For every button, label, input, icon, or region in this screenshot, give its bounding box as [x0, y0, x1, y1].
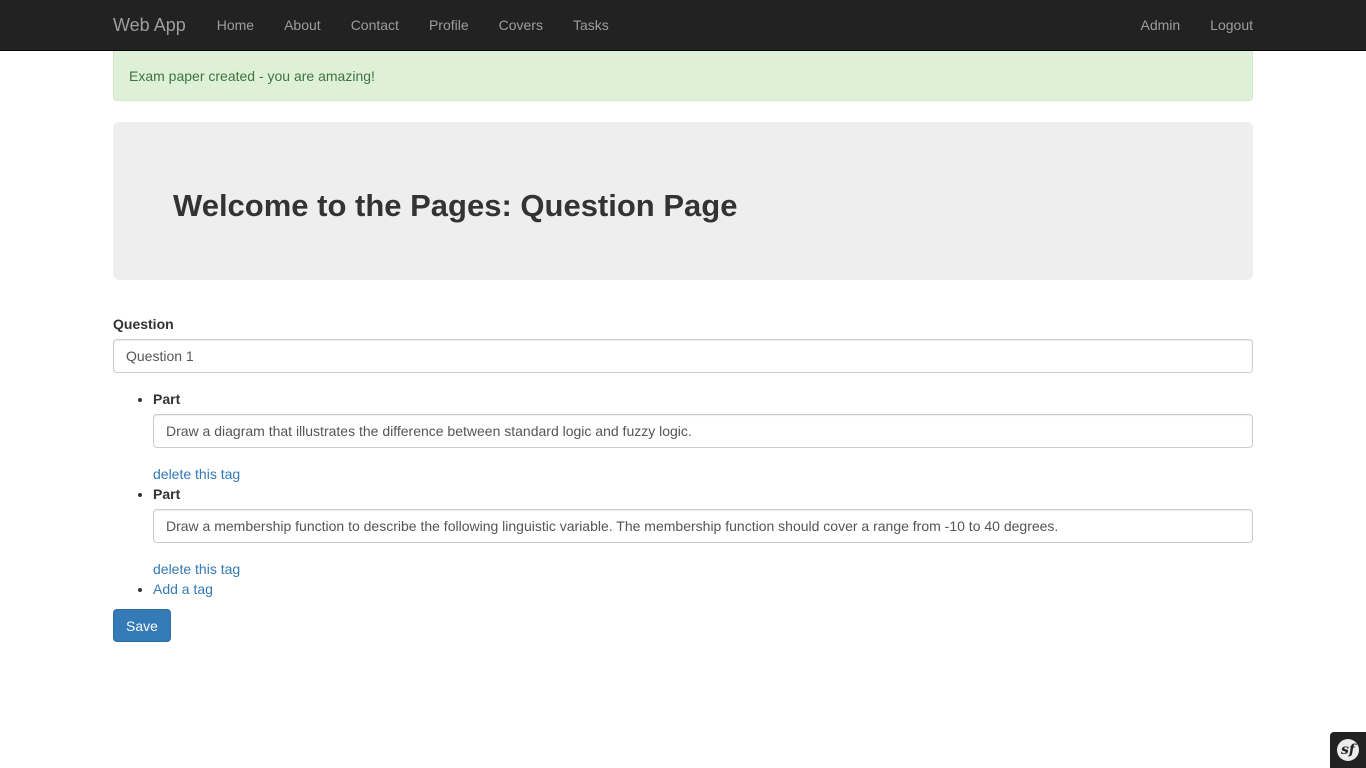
list-item: Add a tag	[153, 579, 1253, 599]
add-tag-link[interactable]: Add a tag	[153, 581, 213, 597]
page-title: Welcome to the Pages: Question Page	[173, 188, 738, 223]
nav-profile[interactable]: Profile	[414, 0, 484, 50]
delete-tag-link[interactable]: delete this tag	[153, 561, 240, 577]
nav-links: Home About Contact Profile Covers Tasks	[202, 0, 624, 50]
nav-home[interactable]: Home	[202, 0, 269, 50]
nav-about[interactable]: About	[269, 0, 336, 50]
nav-logout[interactable]: Logout	[1195, 0, 1253, 50]
parts-list: Part delete this tag Part delete this ta…	[113, 389, 1253, 599]
question-input[interactable]	[113, 339, 1253, 373]
navbar-inner: Web App Home About Contact Profile Cover…	[113, 0, 1253, 50]
save-button[interactable]: Save	[113, 609, 171, 642]
part-label: Part	[153, 486, 181, 502]
part-label: Part	[153, 391, 181, 407]
nav-tasks[interactable]: Tasks	[558, 0, 624, 50]
nav-covers[interactable]: Covers	[484, 0, 558, 50]
nav-contact[interactable]: Contact	[336, 0, 414, 50]
symfony-icon: sf	[1337, 739, 1359, 761]
main-container: Exam paper created - you are amazing! We…	[113, 51, 1253, 642]
brand-link[interactable]: Web App	[113, 0, 186, 50]
nav-right: Admin Logout	[1125, 0, 1253, 50]
part-input[interactable]	[153, 509, 1253, 543]
debug-toolbar-toggle[interactable]: sf	[1330, 732, 1366, 768]
delete-tag-link[interactable]: delete this tag	[153, 466, 240, 482]
list-item: Part delete this tag	[153, 484, 1253, 579]
top-navbar: Web App Home About Contact Profile Cover…	[0, 0, 1366, 51]
part-input[interactable]	[153, 414, 1253, 448]
list-item: Part delete this tag	[153, 389, 1253, 484]
question-label: Question	[113, 316, 174, 332]
success-alert: Exam paper created - you are amazing!	[113, 51, 1253, 101]
jumbotron: Welcome to the Pages: Question Page	[113, 122, 1253, 280]
nav-admin[interactable]: Admin	[1125, 0, 1195, 50]
question-form: Question Part delete this tag Part delet…	[113, 314, 1253, 642]
